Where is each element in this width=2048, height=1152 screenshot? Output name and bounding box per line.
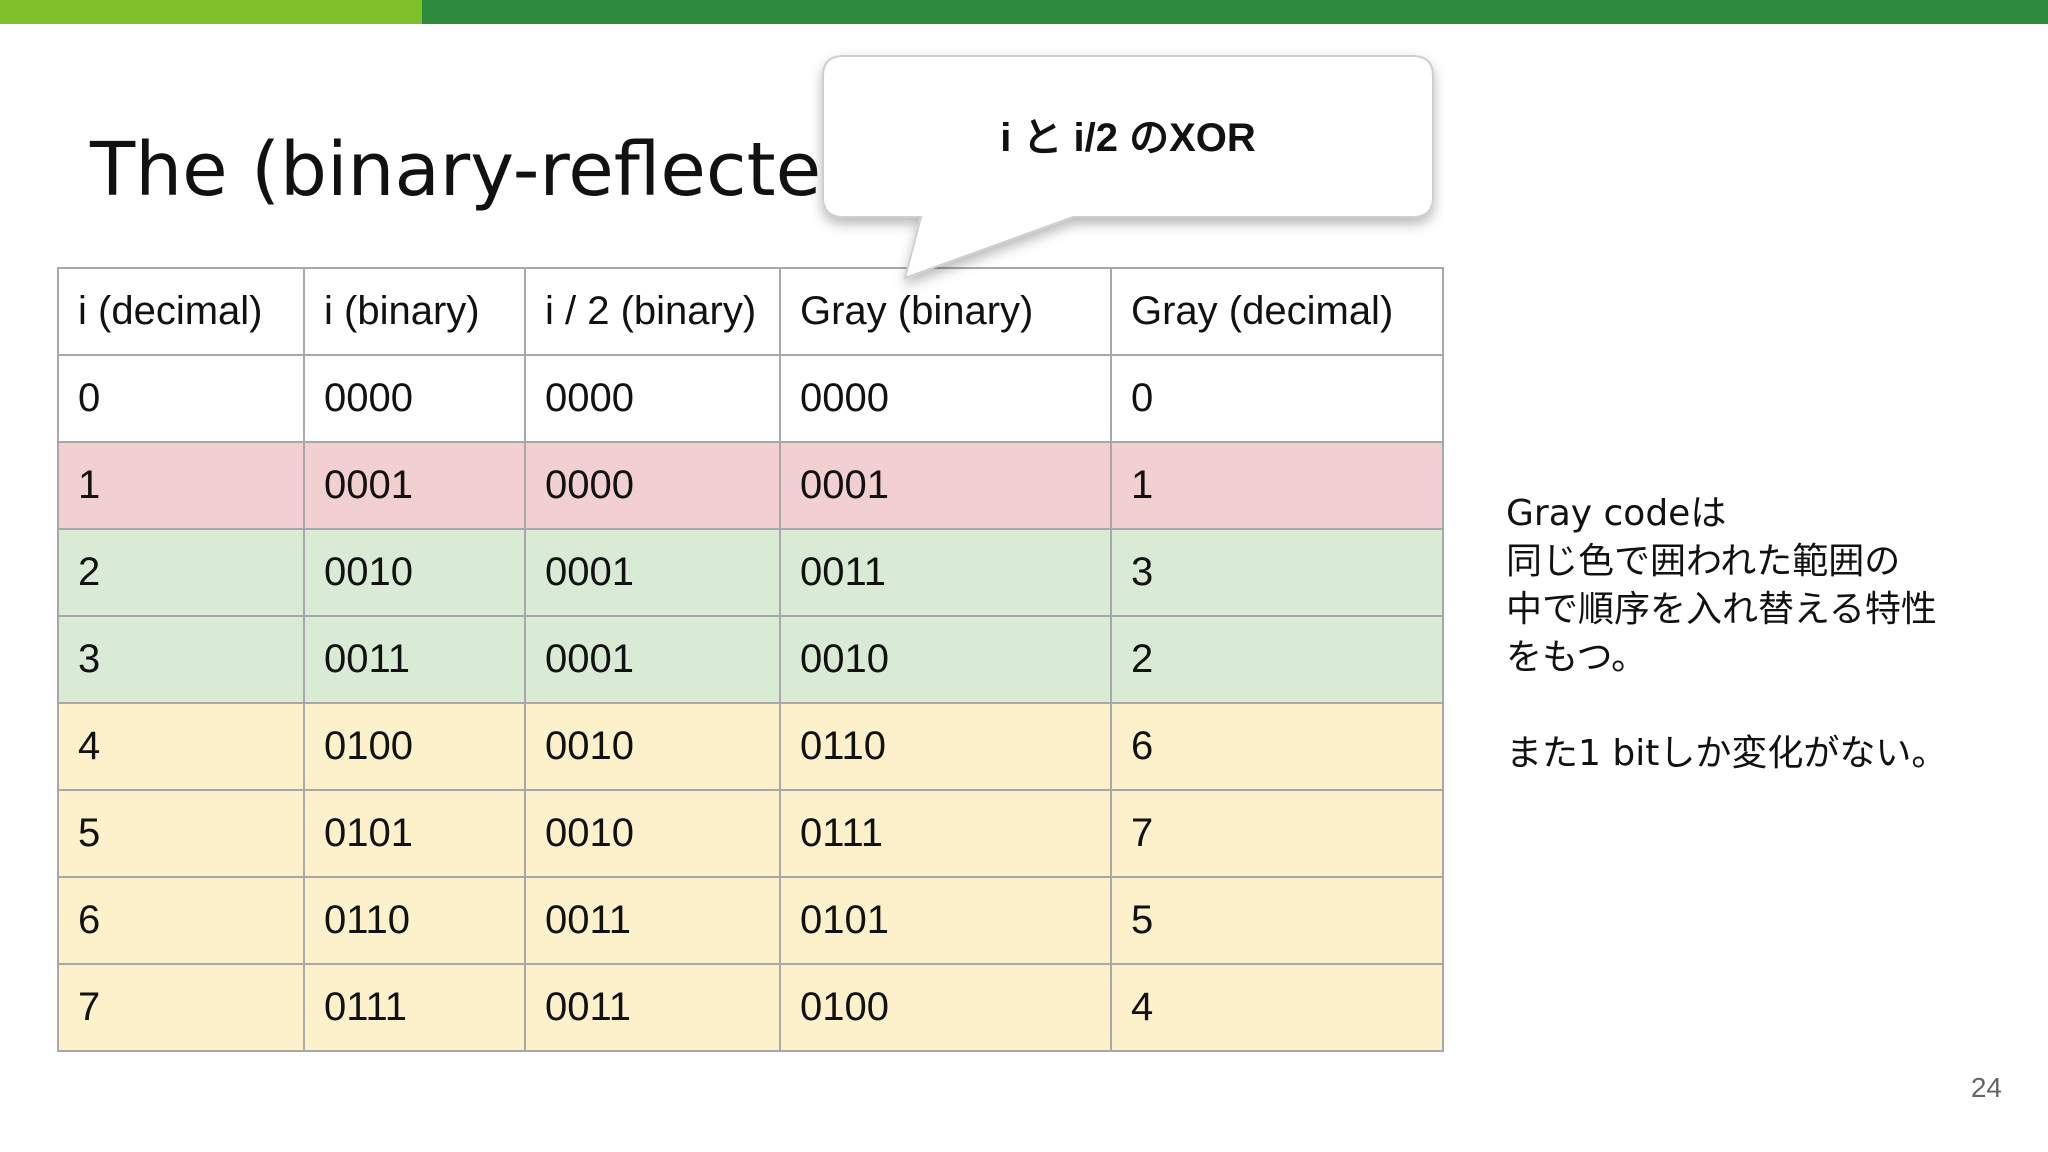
table-cell: 5	[57, 789, 305, 878]
table-cell: 5	[1110, 876, 1444, 965]
header-gray-decimal: Gray (decimal)	[1110, 267, 1444, 356]
table-cell: 0101	[779, 876, 1112, 965]
table-cell: 0001	[779, 441, 1112, 530]
page-number: 24	[1970, 1072, 2002, 1103]
table-cell: 0001	[303, 441, 526, 530]
table-cell: 1	[57, 441, 305, 530]
table-cell: 0001	[524, 615, 781, 704]
table-row: 5 0101 0010 0111 7	[57, 789, 1444, 878]
table-cell: 4	[57, 702, 305, 791]
table-cell: 0110	[303, 876, 526, 965]
table-cell: 3	[1110, 528, 1444, 617]
table-cell: 0000	[524, 354, 781, 443]
table-row: 4 0100 0010 0110 6	[57, 702, 1444, 791]
table-cell: 0011	[779, 528, 1112, 617]
table-cell: 0101	[303, 789, 526, 878]
note-line: 中で順序を入れ替える特性	[1506, 589, 1937, 630]
table-row: 0 0000 0000 0000 0	[57, 354, 1444, 443]
top-accent-bar-highlight	[0, 0, 422, 24]
table-row: 2 0010 0001 0011 3	[57, 528, 1444, 617]
table-cell: 0011	[524, 963, 781, 1052]
note-line: をもつ。	[1506, 637, 1648, 678]
table-cell: 0000	[303, 354, 526, 443]
table-cell: 0010	[524, 789, 781, 878]
table-row: 6 0110 0011 0101 5	[57, 876, 1444, 965]
table-header-row: i (decimal) i (binary) i / 2 (binary) Gr…	[57, 267, 1444, 356]
table-cell: 2	[57, 528, 305, 617]
table-cell: 3	[57, 615, 305, 704]
table-cell: 4	[1110, 963, 1444, 1052]
table-cell: 0011	[303, 615, 526, 704]
gray-code-table: i (decimal) i (binary) i / 2 (binary) Gr…	[57, 267, 1444, 1052]
table-cell: 0111	[779, 789, 1112, 878]
table-cell: 0010	[779, 615, 1112, 704]
table-cell: 0110	[779, 702, 1112, 791]
table-cell: 1	[1110, 441, 1444, 530]
note-line: 同じ色で囲われた範囲の	[1506, 541, 1901, 582]
header-gray-binary: Gray (binary)	[779, 267, 1112, 356]
table-cell: 7	[1110, 789, 1444, 878]
table-cell: 0100	[303, 702, 526, 791]
table-cell: 0011	[524, 876, 781, 965]
callout-text: i と i/2 のXOR	[1000, 116, 1256, 160]
note-extra: また1 bitしか変化がない。	[1506, 733, 1948, 774]
table-cell: 0010	[524, 702, 781, 791]
table-cell: 6	[1110, 702, 1444, 791]
header-half-binary: i / 2 (binary)	[524, 267, 781, 356]
header-i-decimal: i (decimal)	[57, 267, 305, 356]
table-cell: 0001	[524, 528, 781, 617]
table-cell: 0000	[779, 354, 1112, 443]
table-cell: 0100	[779, 963, 1112, 1052]
slide-title: The (binary-reflected	[90, 127, 869, 213]
side-note: Gray codeは 同じ色で囲われた範囲の 中で順序を入れ替える特性 をもつ。…	[1506, 490, 2006, 778]
table-row: 3 0011 0001 0010 2	[57, 615, 1444, 704]
table-cell: 0010	[303, 528, 526, 617]
table-cell: 0	[57, 354, 305, 443]
table-cell: 2	[1110, 615, 1444, 704]
table-cell: 0000	[524, 441, 781, 530]
table-cell: 0	[1110, 354, 1444, 443]
table-row: 1 0001 0000 0001 1	[57, 441, 1444, 530]
header-i-binary: i (binary)	[303, 267, 526, 356]
table-cell: 0111	[303, 963, 526, 1052]
note-line: Gray codeは	[1506, 493, 1727, 534]
table-row: 7 0111 0011 0100 4	[57, 963, 1444, 1052]
note-spacer	[1506, 682, 2006, 730]
table-cell: 7	[57, 963, 305, 1052]
table-cell: 6	[57, 876, 305, 965]
